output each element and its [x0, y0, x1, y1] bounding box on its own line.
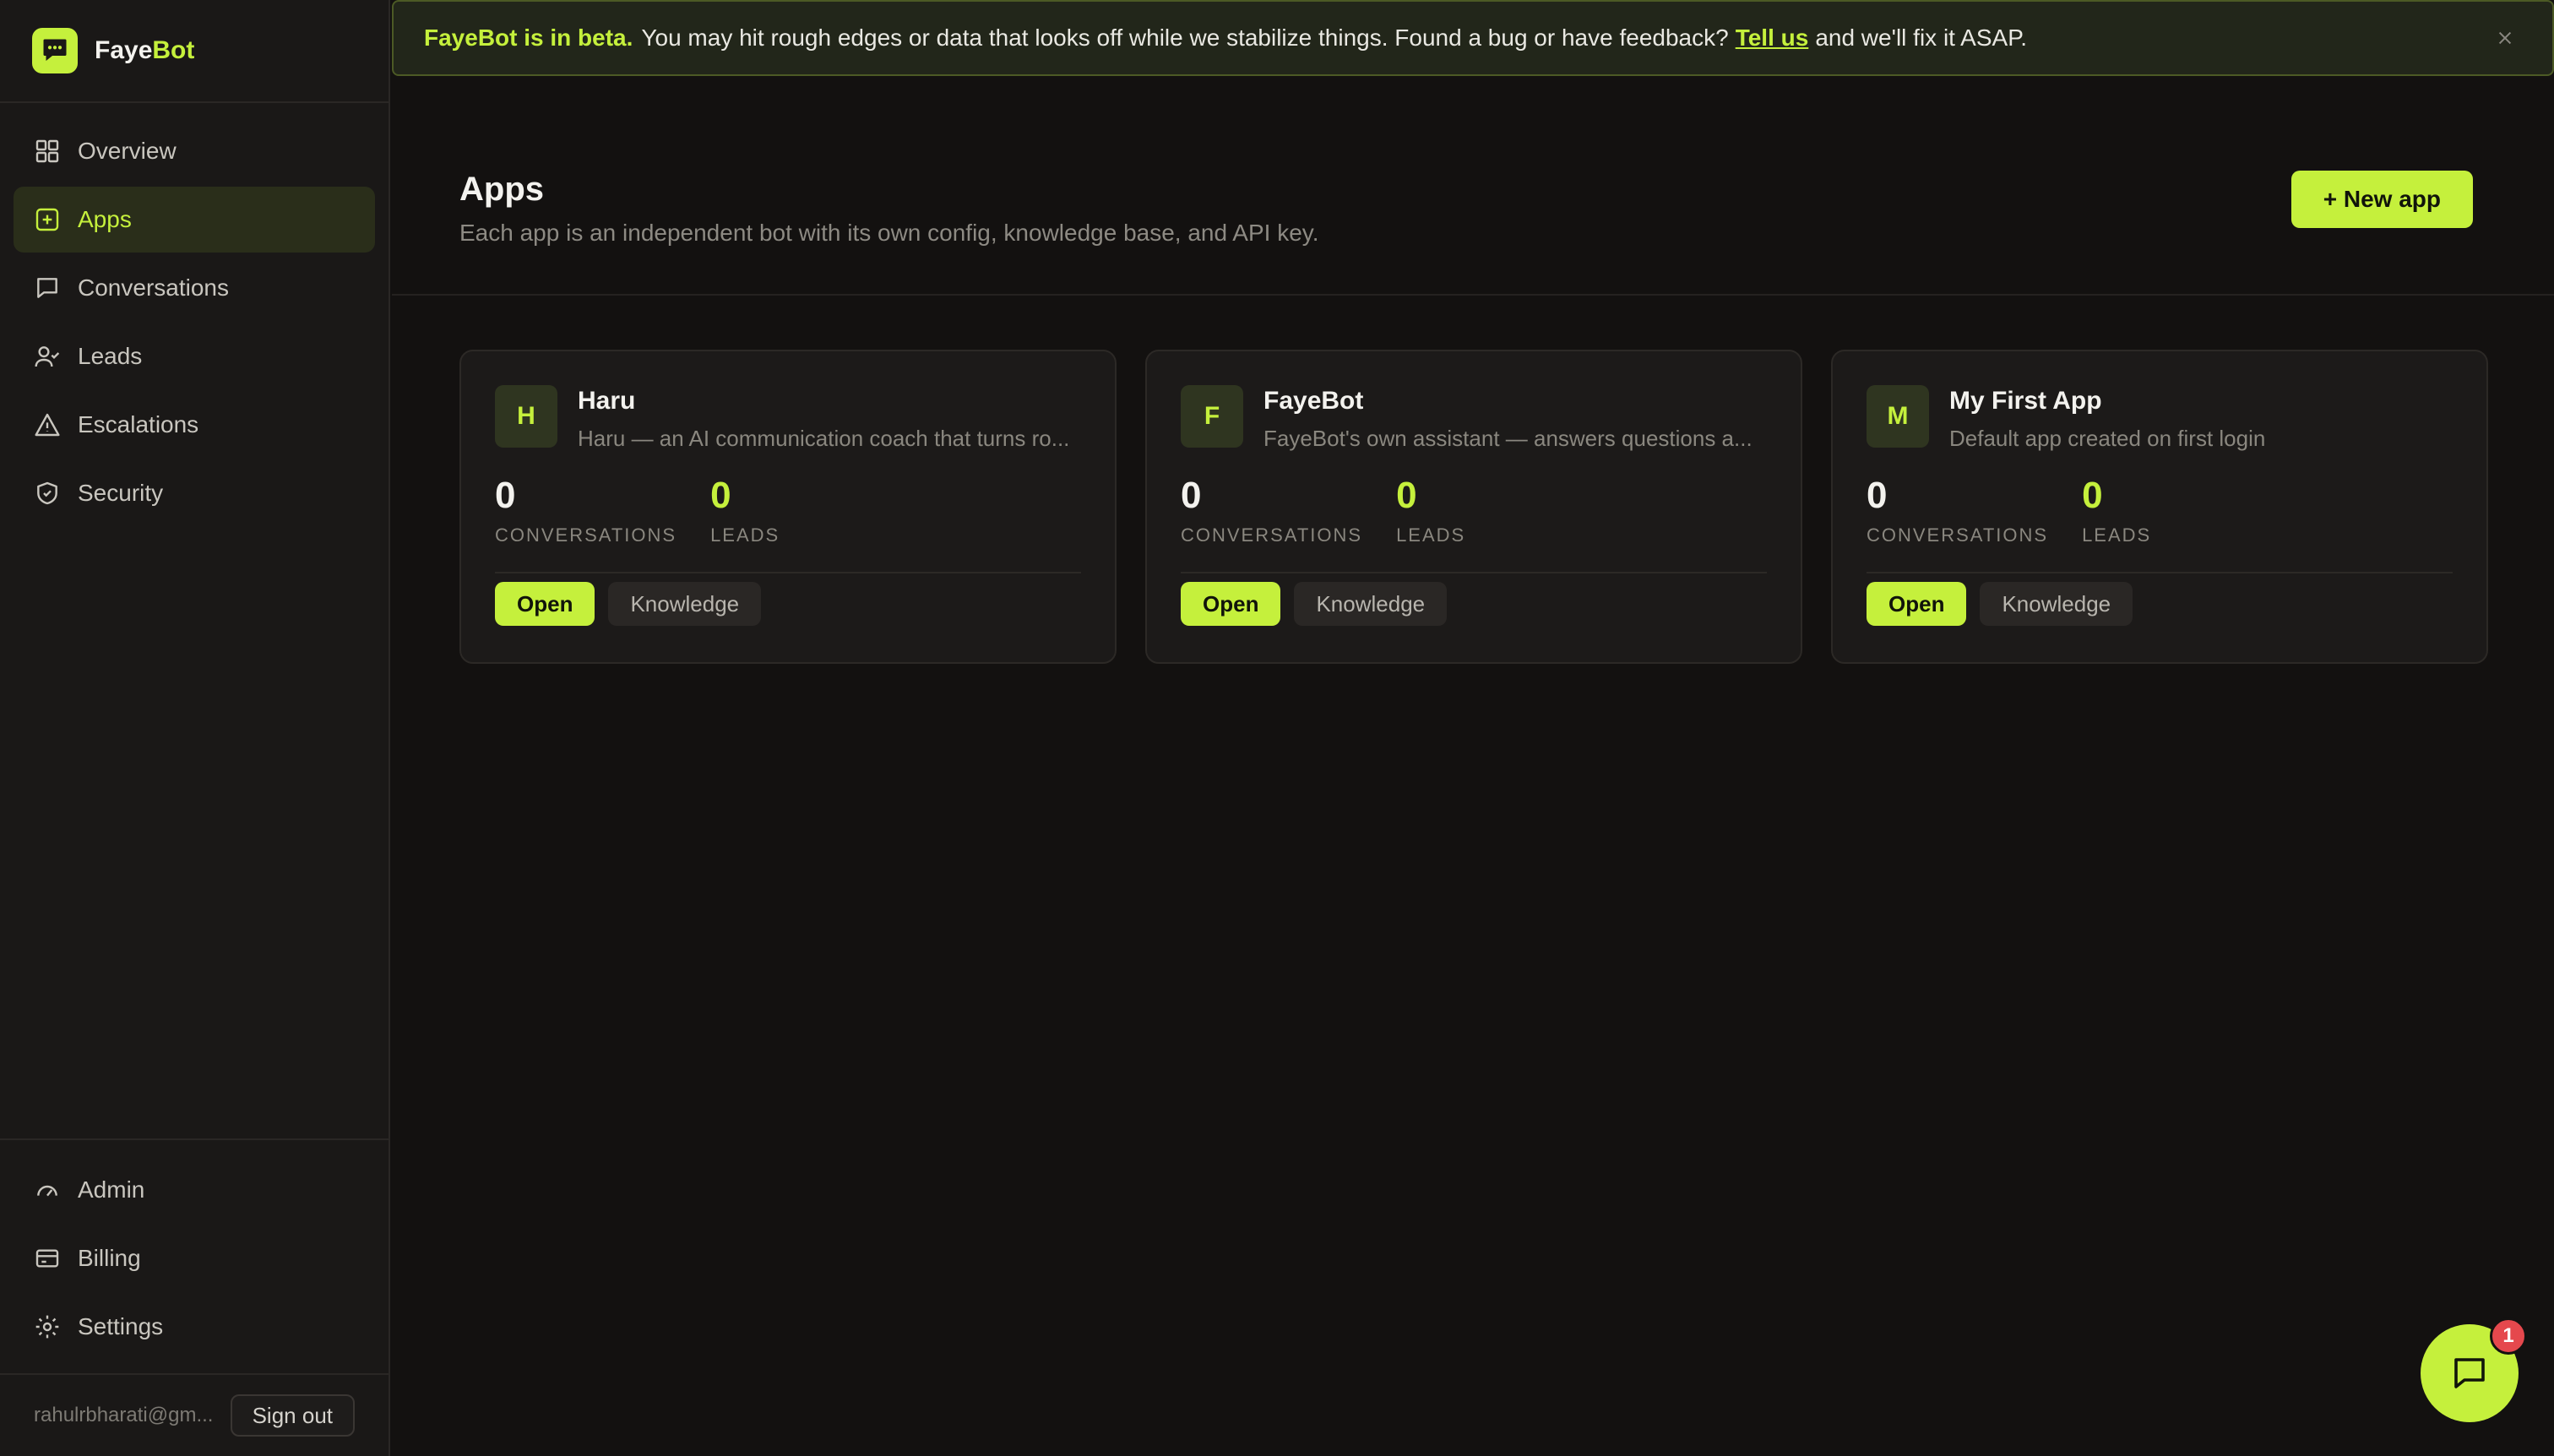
leads-stat: 0 LEADS — [1396, 477, 1465, 546]
sidebar-item-label: Overview — [78, 138, 177, 164]
user-check-icon — [35, 346, 60, 367]
conversations-stat: 0 CONVERSATIONS — [1181, 477, 1362, 546]
user-email: rahulrbharati@gm... — [34, 1404, 214, 1426]
page-title: Apps — [459, 171, 544, 208]
app-description: Haru — an AI communication coach that tu… — [578, 426, 1070, 451]
leads-stat: 0 LEADS — [710, 477, 780, 546]
sidebar-nav: Overview Apps Conversations Leads Escala… — [0, 103, 389, 526]
shield-icon — [37, 481, 57, 505]
sidebar-item-label: Conversations — [78, 274, 229, 301]
open-button[interactable]: Open — [1867, 582, 1967, 626]
sidebar-item-label: Security — [78, 480, 164, 506]
sidebar-item-label: Billing — [78, 1245, 141, 1271]
sidebar-item-apps[interactable]: Apps — [14, 187, 375, 253]
banner-tail-text: and we'll fix it ASAP. — [1815, 24, 2028, 51]
app-avatar: H — [495, 385, 557, 448]
app-card-my-first-app: M My First App Default app created on fi… — [1831, 350, 2488, 664]
conversations-label: CONVERSATIONS — [1867, 524, 2049, 546]
app-root: FayeBot Overview Apps Conversations Lead… — [0, 0, 2554, 1456]
app-name: FayeBot — [1263, 387, 1364, 415]
banner-strong-text: FayeBot is in beta. — [424, 24, 633, 51]
knowledge-button[interactable]: Knowledge — [1980, 582, 2133, 626]
page-subtitle: Each app is an independent bot with its … — [459, 220, 1319, 246]
sign-out-button[interactable]: Sign out — [230, 1394, 355, 1437]
sidebar-item-billing[interactable]: Billing — [14, 1225, 375, 1291]
app-avatar: M — [1867, 385, 1929, 448]
message-square-icon — [37, 278, 57, 298]
banner-text: You may hit rough edges or data that loo… — [641, 24, 1729, 51]
close-icon[interactable] — [2488, 21, 2522, 55]
sidebar-item-label: Settings — [78, 1313, 164, 1339]
plus-square-icon — [35, 208, 59, 231]
card-divider — [495, 572, 1081, 573]
chat-widget-button[interactable]: 1 — [2421, 1317, 2527, 1422]
open-button[interactable]: Open — [1181, 582, 1281, 626]
knowledge-button[interactable]: Knowledge — [1294, 582, 1448, 626]
sidebar-item-escalations[interactable]: Escalations — [14, 392, 375, 458]
tell-us-link[interactable]: Tell us — [1736, 24, 1809, 52]
app-description: Default app created on first login — [1949, 426, 2266, 451]
conversations-count: 0 — [1867, 475, 1888, 516]
card-divider — [1867, 572, 2453, 573]
notification-badge: 1 — [2490, 1317, 2527, 1355]
sidebar-item-label: Leads — [78, 343, 143, 369]
alert-triangle-icon — [35, 413, 60, 437]
conversations-count: 0 — [495, 475, 516, 516]
brand-name-part1: Faye — [95, 36, 153, 64]
card-divider — [1181, 572, 1767, 573]
sidebar: FayeBot Overview Apps Conversations Lead… — [0, 0, 390, 1456]
sidebar-item-admin[interactable]: Admin — [14, 1157, 375, 1223]
leads-count: 0 — [2082, 475, 2103, 516]
message-square-icon — [2454, 1358, 2485, 1388]
leads-count: 0 — [710, 475, 731, 516]
app-card-haru: H Haru Haru — an AI communication coach … — [459, 350, 1117, 664]
brand[interactable]: FayeBot — [0, 0, 389, 103]
conversations-label: CONVERSATIONS — [1181, 524, 1363, 546]
gear-icon — [35, 1315, 59, 1339]
app-name: My First App — [1949, 387, 2102, 415]
page-header: Apps Each app is an independent bot with… — [392, 135, 2554, 296]
sidebar-item-label: Apps — [78, 206, 132, 232]
leads-stat: 0 LEADS — [2082, 477, 2151, 546]
conversations-stat: 0 CONVERSATIONS — [1867, 477, 2048, 546]
app-avatar: F — [1181, 385, 1243, 448]
leads-count: 0 — [1396, 475, 1417, 516]
sidebar-bottom-nav: Admin Billing Settings — [0, 1138, 389, 1362]
brand-name-part2: Bot — [152, 36, 195, 64]
grid-icon — [35, 139, 59, 163]
app-name: Haru — [578, 387, 636, 415]
app-description: FayeBot's own assistant — answers questi… — [1263, 426, 1752, 451]
conversations-label: CONVERSATIONS — [495, 524, 677, 546]
new-app-button[interactable]: + New app — [2290, 171, 2473, 228]
sidebar-item-overview[interactable]: Overview — [14, 118, 375, 184]
conversations-count: 0 — [1181, 475, 1202, 516]
gauge-icon — [37, 1185, 57, 1197]
sidebar-item-conversations[interactable]: Conversations — [14, 255, 375, 321]
sidebar-item-label: Admin — [78, 1176, 145, 1203]
sidebar-item-label: Escalations — [78, 411, 199, 437]
brand-name: FayeBot — [95, 36, 194, 65]
app-card-fayebot: F FayeBot FayeBot's own assistant — answ… — [1145, 350, 1802, 664]
knowledge-button[interactable]: Knowledge — [608, 582, 762, 626]
leads-label: LEADS — [1396, 524, 1466, 546]
user-row: rahulrbharati@gm... Sign out — [0, 1373, 389, 1456]
beta-banner: FayeBot is in beta. You may hit rough ed… — [392, 0, 2554, 76]
sidebar-item-settings[interactable]: Settings — [14, 1294, 375, 1360]
sidebar-item-leads[interactable]: Leads — [14, 323, 375, 389]
chat-bubble-logo-icon — [32, 28, 78, 73]
open-button[interactable]: Open — [495, 582, 595, 626]
leads-label: LEADS — [710, 524, 780, 546]
conversations-stat: 0 CONVERSATIONS — [495, 477, 677, 546]
sidebar-item-security[interactable]: Security — [14, 460, 375, 526]
leads-label: LEADS — [2082, 524, 2152, 546]
credit-card-icon — [35, 1249, 59, 1268]
app-cards: H Haru Haru — an AI communication coach … — [459, 350, 2488, 664]
